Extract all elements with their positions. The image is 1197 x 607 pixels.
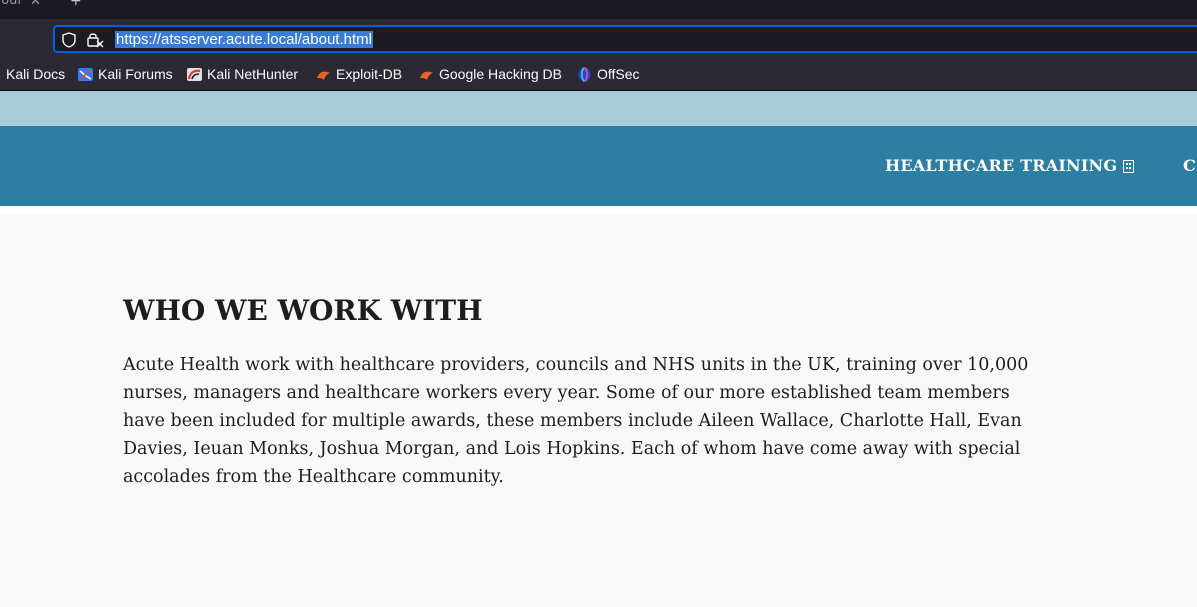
tab-close-icon[interactable]: ✕ [30,0,41,9]
url-text[interactable]: https://atsserver.acute.local/about.html [115,31,373,48]
insecure-lock-icon[interactable] [86,31,104,53]
kali-forums-icon [78,67,93,81]
tab-strip: ‹our ✕ + [0,0,1197,19]
exploit-db-icon [317,71,330,80]
dropdown-icon[interactable] [1123,158,1134,177]
bookmark-label: Kali Forums [98,66,173,82]
url-bar[interactable]: https://atsserver.acute.local/about.html [53,25,1197,53]
bookmark-label: Kali Docs [6,66,66,82]
bookmark-kali-docs[interactable]: Kali Docs [6,66,65,82]
bookmark-label: Google Hacking DB [439,66,562,82]
section-body: Acute Health work with healthcare provid… [123,355,1029,487]
site-top-band [0,91,1197,126]
nethunter-icon [187,67,202,81]
nav-divider [0,206,1197,214]
bookmark-exploit-db[interactable]: Exploit-DB [316,66,402,82]
bookmark-label: Exploit-DB [336,66,403,82]
bookmarks-toolbar: Kali Docs Kali Forums Kali NetHunter Exp… [0,59,1197,91]
tracking-protection-shield-icon[interactable] [62,32,76,52]
bookmark-label: Kali NetHunter [207,66,299,82]
bookmark-label: OffSec [597,66,640,82]
nav-item-healthcare-training[interactable]: HEALTHCARE TRAINING [885,156,1117,175]
bookmark-kali-forums[interactable]: Kali Forums [78,66,173,82]
new-tab-button[interactable]: + [70,0,82,9]
bookmark-offsec[interactable]: OffSec [577,66,640,82]
nav-item-partial[interactable]: C [1183,156,1196,175]
main-content: WHO WE WORK WITH Acute Health work with … [0,214,1197,607]
site-navbar: HEALTHCARE TRAINING C [0,126,1197,206]
section-heading: WHO WE WORK WITH [123,294,483,327]
tab-title[interactable]: ‹our [0,0,23,8]
ghdb-icon [420,71,433,80]
bookmark-kali-nethunter[interactable]: Kali NetHunter [187,66,298,82]
bookmark-google-hacking-db[interactable]: Google Hacking DB [419,66,562,82]
offsec-icon [578,66,591,82]
nav-toolbar: https://atsserver.acute.local/about.html [0,19,1197,59]
